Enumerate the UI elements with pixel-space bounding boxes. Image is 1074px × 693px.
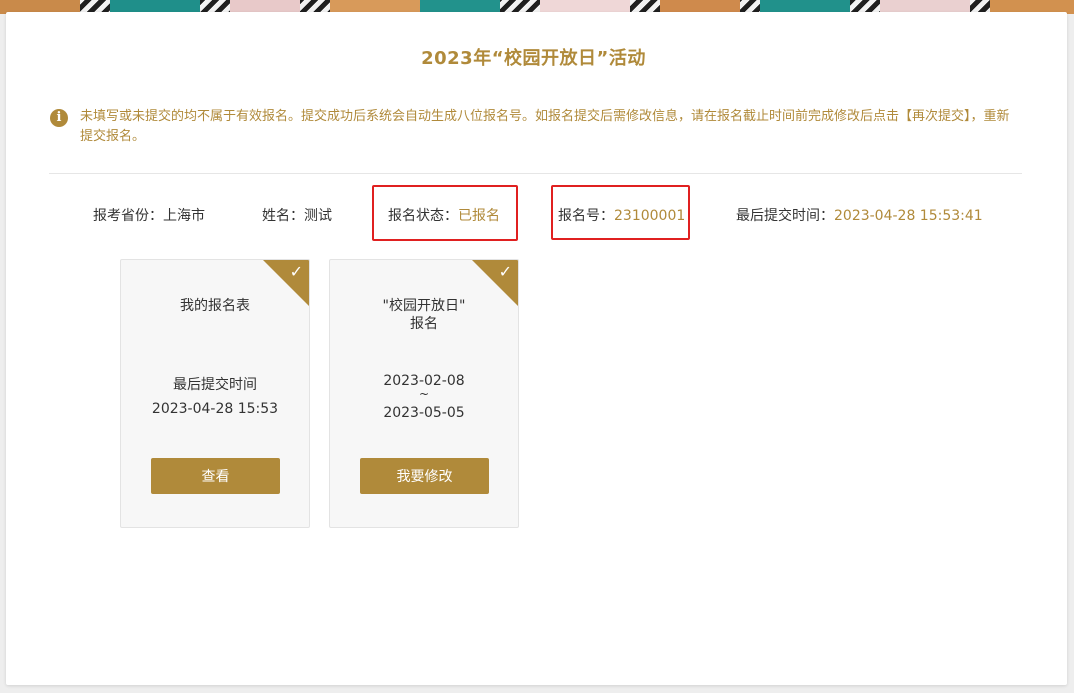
name-info: 姓名：测试 xyxy=(262,205,332,225)
name-label: 姓名： xyxy=(262,208,304,224)
province-value: 上海市 xyxy=(163,208,205,224)
last-submit-label: 最后提交时间： xyxy=(736,208,834,224)
tile-date-end: 2023-05-05 xyxy=(383,405,465,421)
tile-open-day-registration: ✓ "校园开放日" 报名 2023-02-08 ~ 2023-05-05 我要修… xyxy=(329,259,519,528)
view-button[interactable]: 查看 xyxy=(151,458,280,494)
tile-sub-label: 最后提交时间 xyxy=(173,377,257,393)
tile-my-registration-form: ✓ 我的报名表 最后提交时间 2023-04-28 15:53 查看 xyxy=(120,259,310,528)
last-submit-value: 2023-04-28 15:53:41 xyxy=(834,208,983,224)
province-info: 报考省份：上海市 xyxy=(93,205,205,225)
name-value: 测试 xyxy=(304,208,332,224)
page-title: 2023年“校园开放日”活动 xyxy=(421,48,646,69)
tile-sub-value: 2023-04-28 15:53 xyxy=(151,401,279,417)
checkmark-icon: ✓ xyxy=(498,262,512,281)
tile-title-line1: "校园开放日" xyxy=(382,298,466,314)
last-submit-info: 最后提交时间：2023-04-28 15:53:41 xyxy=(736,205,983,225)
registration-number-highlight-box xyxy=(551,185,690,240)
province-label: 报考省份： xyxy=(93,208,163,224)
status-highlight-box xyxy=(372,185,518,241)
divider xyxy=(49,173,1022,174)
notice-text: 未填写或未提交的均不属于有效报名。提交成功后系统会自动生成八位报名号。如报名提交… xyxy=(80,109,1010,144)
modify-button[interactable]: 我要修改 xyxy=(360,458,489,494)
info-icon: i xyxy=(50,109,68,127)
tile-title: 我的报名表 xyxy=(180,298,250,314)
tile-title-line2: 报名 xyxy=(410,316,438,332)
checkmark-icon: ✓ xyxy=(289,262,303,281)
tile-date-separator: ~ xyxy=(418,387,430,401)
